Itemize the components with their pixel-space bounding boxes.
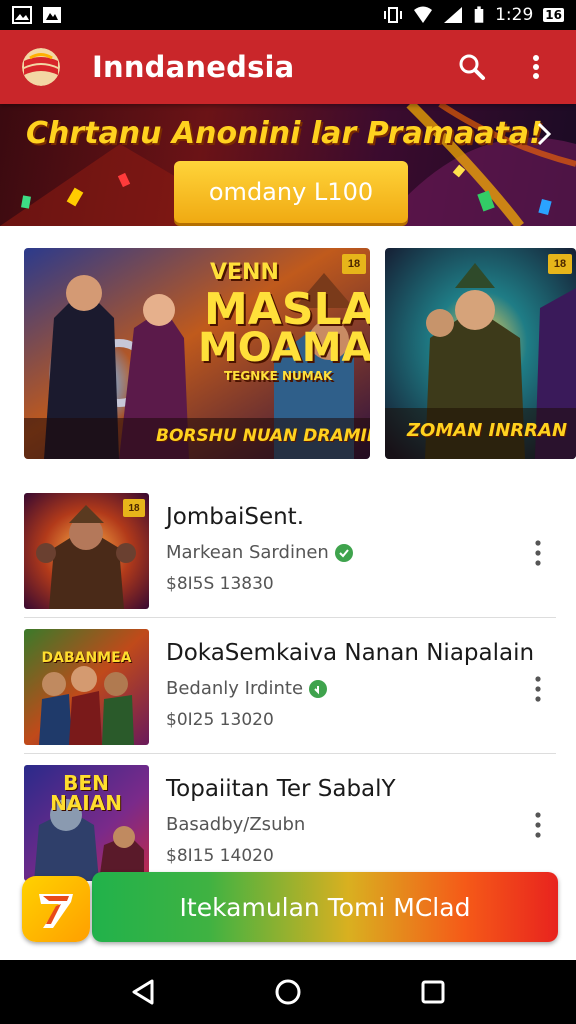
developer-row: Basadby/Zsubn [166,814,305,835]
install-bar: Itekamulan Tomi MClad [22,872,558,942]
game-name: Topaiitan Ter SabalY [166,776,396,802]
photo-notification-icon [43,7,61,23]
game-meta: $8I15 14020 [166,846,274,866]
promo-banner[interactable]: Chrtanu Anonini lar Pramaata! omdany L10… [0,104,576,226]
featured-bottom-text: ZOMAN INRRAN [407,420,568,441]
status-bar: 1:29 16 [0,0,576,30]
signal-icon [444,7,463,23]
back-icon[interactable] [123,972,163,1012]
featured-subline: TEGNKE NUMAK [224,369,333,383]
featured-headline-1: VENN [210,260,279,285]
thumbnail-title: BEN NAIAN [50,771,122,815]
status-signal-badge: 16 [543,8,564,22]
featured-card[interactable]: VENN MASLA MOAMA TEGNKE NUMAK BORSHU NUA… [24,248,370,459]
system-nav-bar [0,960,576,1024]
verified-check-icon [309,679,328,698]
list-item[interactable]: 18 JombaiSent. Markean Sardinen $8I5S 13… [0,482,576,618]
wifi-icon [414,6,433,23]
featured-card[interactable]: ZOMAN INRRAN 18 [385,248,576,459]
game-meta: $8I5S 13830 [166,574,274,594]
more-vert-icon[interactable] [526,674,550,704]
more-vert-icon[interactable] [526,538,550,568]
list-item[interactable]: BEN NAIAN Topaiitan Ter SabalY Basadby/Z… [0,754,576,890]
game-thumbnail[interactable]: DABANMEA [24,629,149,745]
developer-row: Bedanly Irdinte [166,678,328,699]
verified-check-icon [334,543,353,562]
recents-icon[interactable] [413,972,453,1012]
game-thumbnail[interactable]: BEN NAIAN [24,765,149,881]
battery-icon [474,6,484,23]
app-title: Inndanedsia [92,50,295,84]
developer-name: Bedanly Irdinte [166,678,304,699]
list-item[interactable]: DABANMEA DokaSemkaiva Nanan Niapalain Be… [0,618,576,754]
image-notification-icon [12,6,32,24]
age-rating-badge: 18 [342,254,366,274]
developer-row: Markean Sardinen [166,542,353,563]
search-icon[interactable] [450,45,494,89]
developer-name: Basadby/Zsubn [166,814,306,835]
game-name: DokaSemkaiva Nanan Niapalain [166,640,535,666]
game-meta: $0I25 13020 [166,710,274,730]
age-rating-badge: 18 [123,499,145,517]
install-button[interactable]: Itekamulan Tomi MClad [92,872,558,942]
featured-headline-3: MOAMA [198,325,370,371]
app-badge-icon[interactable] [22,876,90,942]
status-time: 1:29 [495,5,534,25]
more-vert-icon[interactable] [526,810,550,840]
developer-name: Markean Sardinen [166,542,329,563]
app-screen: 1:29 16 Inndanedsia Chrtanu Anonini lar … [0,0,576,1024]
age-rating-badge: 18 [548,254,572,274]
promo-cta-button[interactable]: omdany L100 [174,161,408,223]
game-name: JombaiSent. [166,504,304,530]
vibrate-icon [384,7,403,23]
promo-title: Chrtanu Anonini lar Pramaata! [26,116,543,151]
home-icon[interactable] [268,972,308,1012]
app-bar: Inndanedsia [0,30,576,104]
more-vert-icon[interactable] [514,45,558,89]
thumbnail-title: DABANMEA [41,650,132,666]
game-thumbnail[interactable]: 18 [24,493,149,609]
featured-carousel[interactable]: VENN MASLA MOAMA TEGNKE NUMAK BORSHU NUA… [24,248,576,460]
flag-logo-icon[interactable] [22,48,60,86]
featured-bottom-text: BORSHU NUAN DRAMILUN [156,426,370,446]
chevron-right-icon[interactable] [530,120,558,148]
